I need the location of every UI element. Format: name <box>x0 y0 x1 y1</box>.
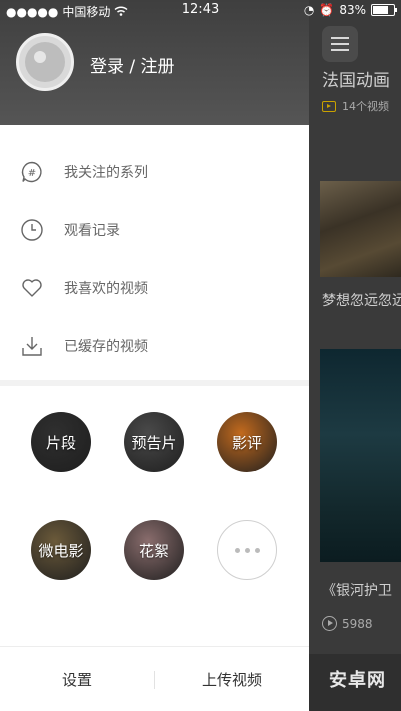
video-count-label: 14个视频 <box>342 100 389 113</box>
category-label: 预告片 <box>131 433 177 452</box>
main-content-background: 法国动画 14个视频 梦想忽远忽远 《银河护卫 5988 安卓网 <box>309 0 401 711</box>
alarm-icon: ⏰ <box>319 3 335 17</box>
category-label: 花絮 <box>138 541 169 560</box>
side-drawer: 登录 / 注册 # 我关注的系列 观看记录 我喜欢的视频 已缓存的视频 片段 预… <box>0 0 309 711</box>
bottom-separator <box>154 671 155 689</box>
video-caption[interactable]: 梦想忽远忽远 <box>322 290 401 310</box>
menu-item-label: 我关注的系列 <box>64 165 148 181</box>
category-micro-films[interactable]: 微电影 <box>31 520 91 580</box>
menu-item-watch-history[interactable]: 观看记录 <box>0 201 309 259</box>
menu-item-label: 观看记录 <box>64 223 120 239</box>
avatar[interactable] <box>16 33 74 91</box>
category-behind-scenes[interactable]: 花絮 <box>124 520 184 580</box>
menu-item-cached-videos[interactable]: 已缓存的视频 <box>0 317 309 375</box>
category-clips[interactable]: 片段 <box>31 412 91 472</box>
battery-percent: 83% <box>339 3 366 17</box>
watermark-logo: 安卓网 <box>329 670 386 691</box>
menu-item-label: 我喜欢的视频 <box>64 281 148 297</box>
battery-icon <box>371 4 397 16</box>
series-title: 法国动画 <box>322 71 390 91</box>
menu-icon[interactable] <box>322 26 358 62</box>
play-count-label: 5988 <box>342 616 373 631</box>
video-caption[interactable]: 《银河护卫 <box>322 580 392 600</box>
heart-icon <box>20 276 44 300</box>
video-thumbnail[interactable] <box>320 349 401 562</box>
lock-rotation-icon: ◔ <box>303 3 315 17</box>
video-count: 14个视频 <box>322 98 389 114</box>
svg-text:#: # <box>28 168 36 179</box>
category-label: 片段 <box>45 433 76 452</box>
login-register-link[interactable]: 登录 / 注册 <box>90 52 175 77</box>
clock-icon <box>20 218 44 242</box>
video-thumbnail[interactable] <box>320 181 401 277</box>
menu-item-liked-videos[interactable]: 我喜欢的视频 <box>0 259 309 317</box>
section-divider <box>0 380 309 386</box>
play-count: 5988 <box>322 616 373 631</box>
drawer-menu: # 我关注的系列 观看记录 我喜欢的视频 已缓存的视频 <box>0 143 309 375</box>
play-icon <box>322 616 337 631</box>
category-trailers[interactable]: 预告片 <box>124 412 184 472</box>
download-icon <box>20 334 44 358</box>
settings-button[interactable]: 设置 <box>62 669 92 690</box>
upload-video-button[interactable]: 上传视频 <box>202 669 262 690</box>
category-label: 微电影 <box>38 541 84 560</box>
menu-item-followed-series[interactable]: # 我关注的系列 <box>0 143 309 201</box>
category-reviews[interactable]: 影评 <box>217 412 277 472</box>
video-icon <box>322 100 336 112</box>
more-categories-button[interactable] <box>217 520 277 580</box>
more-icon <box>234 547 260 553</box>
menu-item-label: 已缓存的视频 <box>64 339 148 355</box>
drawer-bottom-bar: 设置 上传视频 <box>0 646 309 711</box>
status-right: ◔ ⏰ 83% <box>303 3 397 17</box>
status-bar: ●●●●● 中国移动 12:43 ◔ ⏰ 83% <box>0 0 401 20</box>
category-label: 影评 <box>231 433 262 452</box>
hashtag-icon: # <box>20 160 44 184</box>
